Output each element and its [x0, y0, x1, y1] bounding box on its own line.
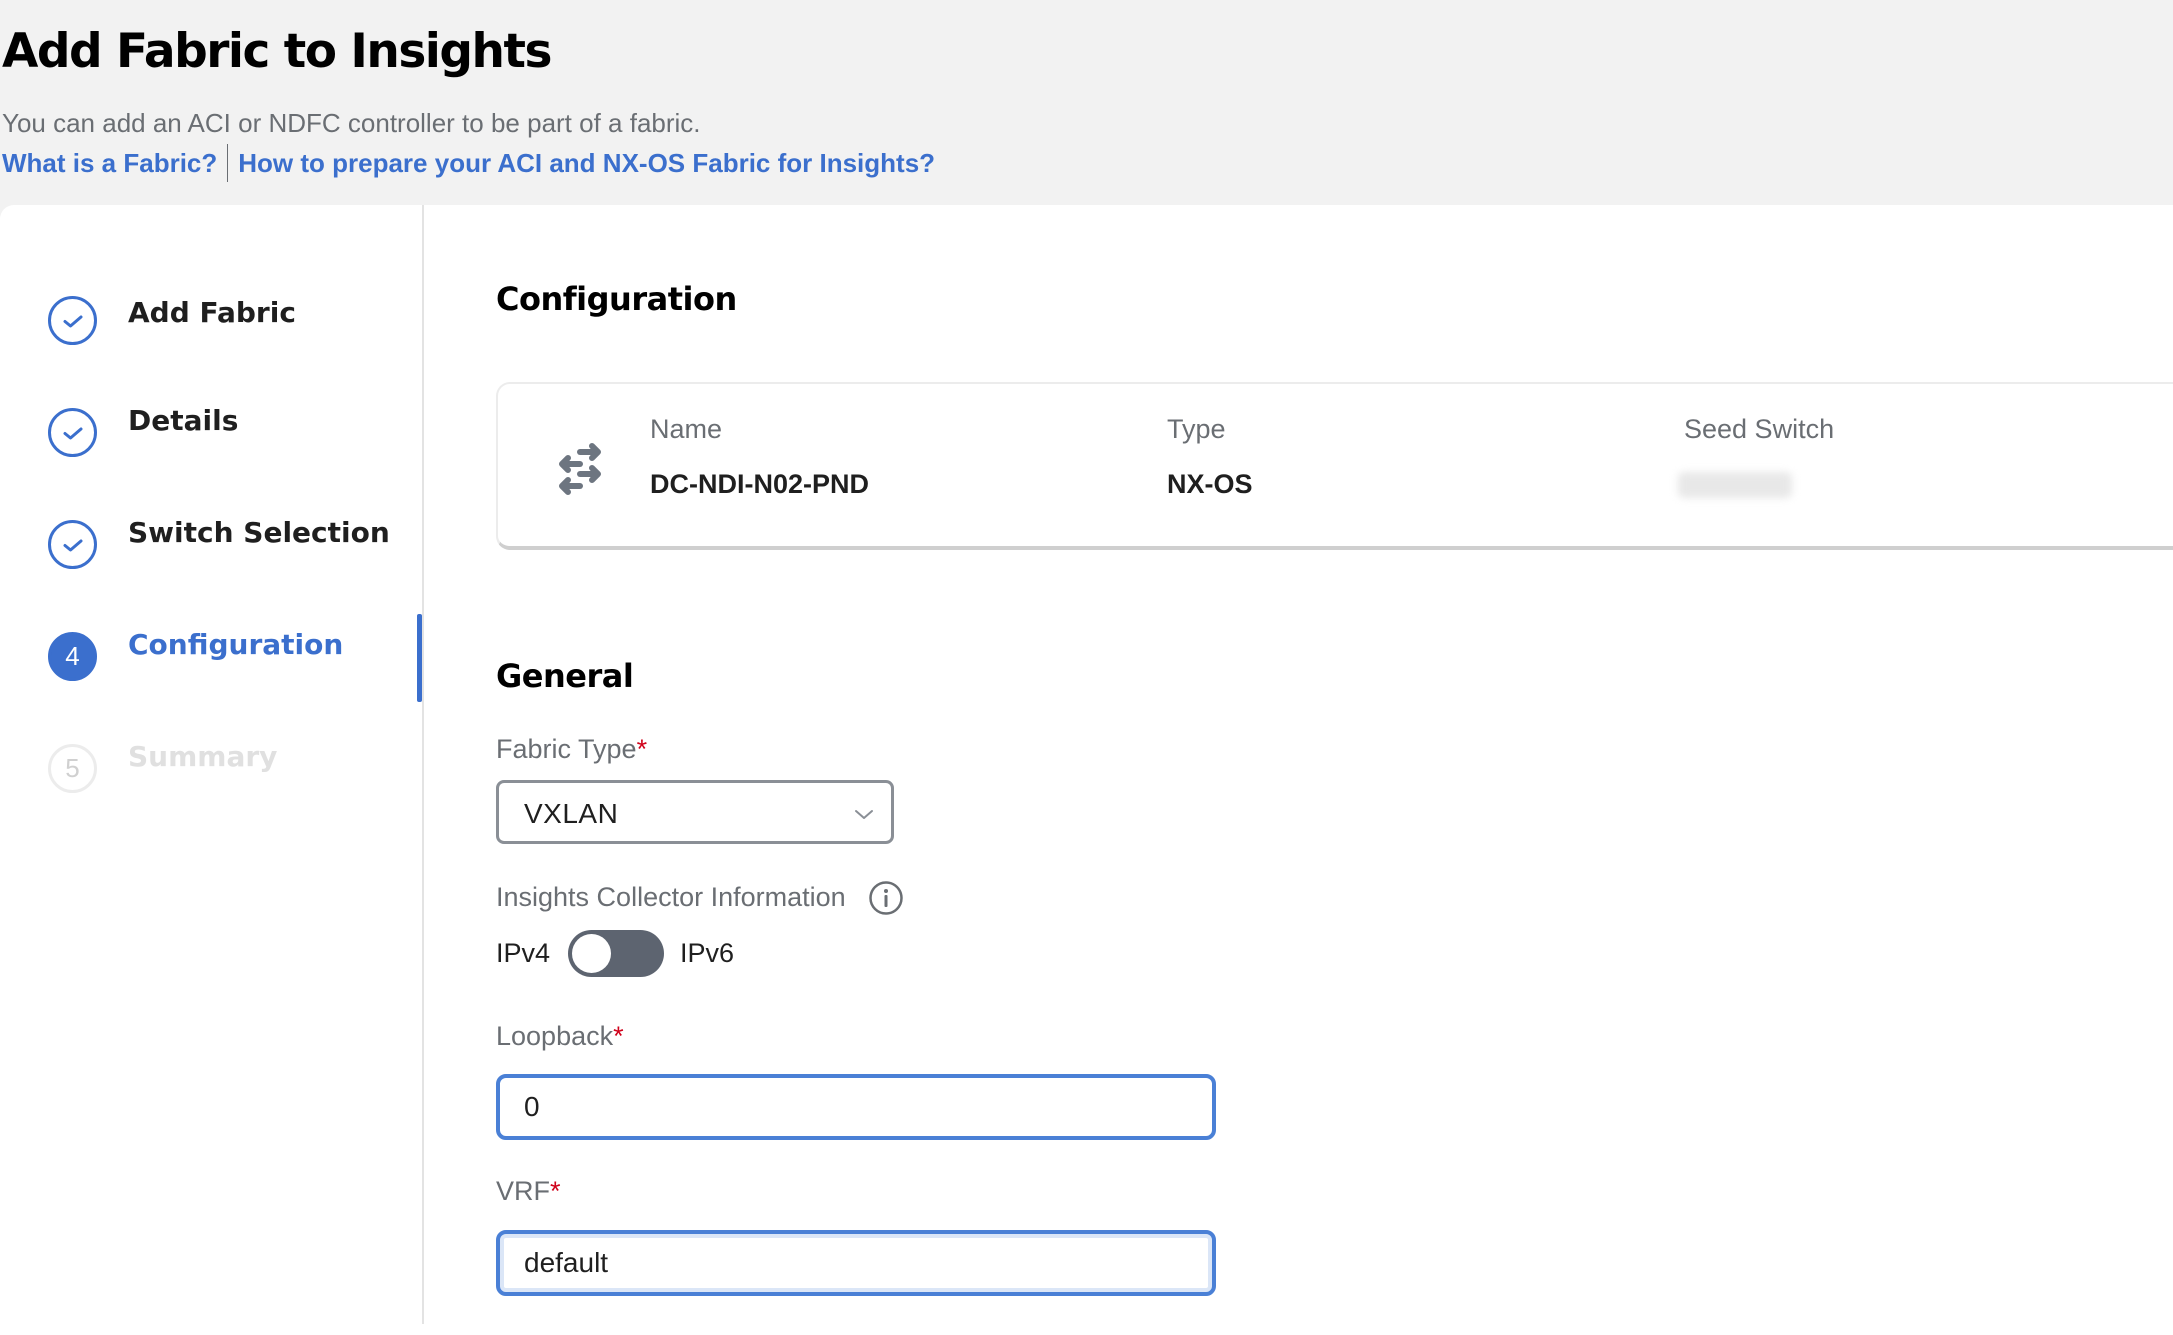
step-label: Add Fabric	[128, 296, 296, 329]
vrf-input[interactable]	[496, 1230, 1216, 1296]
loopback-input[interactable]	[496, 1074, 1216, 1140]
ip-version-toggle[interactable]	[568, 930, 664, 977]
name-label: Name	[650, 414, 723, 444]
seed-switch-value-redacted	[1678, 472, 1792, 498]
step-label: Summary	[128, 740, 278, 773]
check-circle-icon	[48, 296, 97, 345]
type-label: Type	[1167, 414, 1226, 444]
fabric-summary-card	[496, 382, 2173, 550]
what-is-fabric-link[interactable]: What is a Fabric?	[2, 148, 217, 179]
step-label: Configuration	[128, 628, 344, 661]
toggle-knob	[572, 934, 611, 973]
fabric-type-select[interactable]: VXLAN	[496, 780, 894, 844]
link-divider	[227, 144, 229, 182]
page-title: Add Fabric to Insights	[2, 24, 552, 79]
page-subtitle: You can add an ACI or NDFC controller to…	[2, 108, 701, 138]
seed-switch-label: Seed Switch	[1684, 414, 1835, 444]
general-heading: General	[496, 657, 634, 695]
active-step-indicator	[417, 614, 422, 702]
loopback-label: Loopback*	[496, 1021, 624, 1052]
name-value: DC-NDI-N02-PND	[650, 469, 870, 499]
check-circle-icon	[48, 408, 97, 457]
info-icon[interactable]	[868, 880, 904, 916]
vrf-label: VRF*	[496, 1176, 561, 1207]
vrf-label-text: VRF	[496, 1176, 550, 1206]
check-circle-icon	[48, 520, 97, 569]
help-links: What is a Fabric? How to prepare your AC…	[2, 144, 935, 182]
configuration-heading: Configuration	[496, 280, 737, 318]
collector-info-label: Insights Collector Information	[496, 882, 846, 912]
ipv6-label: IPv6	[680, 938, 735, 968]
type-value: NX-OS	[1167, 469, 1253, 499]
prepare-fabric-link[interactable]: How to prepare your ACI and NX-OS Fabric…	[238, 148, 935, 179]
loopback-label-text: Loopback	[496, 1021, 614, 1051]
step-label: Switch Selection	[128, 516, 390, 549]
required-asterisk: *	[613, 1021, 624, 1051]
required-asterisk: *	[636, 734, 648, 764]
required-asterisk: *	[550, 1176, 561, 1206]
step-number-badge: 5	[48, 744, 97, 793]
ipv4-label: IPv4	[496, 938, 551, 968]
fabric-type-value: VXLAN	[524, 798, 619, 829]
chevron-down-icon	[853, 803, 875, 825]
step-label: Details	[128, 404, 239, 437]
step-number-badge: 4	[48, 632, 97, 681]
switch-arrows-icon	[556, 440, 606, 496]
fabric-type-label-text: Fabric Type	[496, 734, 637, 764]
fabric-type-label: Fabric Type*	[496, 734, 647, 765]
